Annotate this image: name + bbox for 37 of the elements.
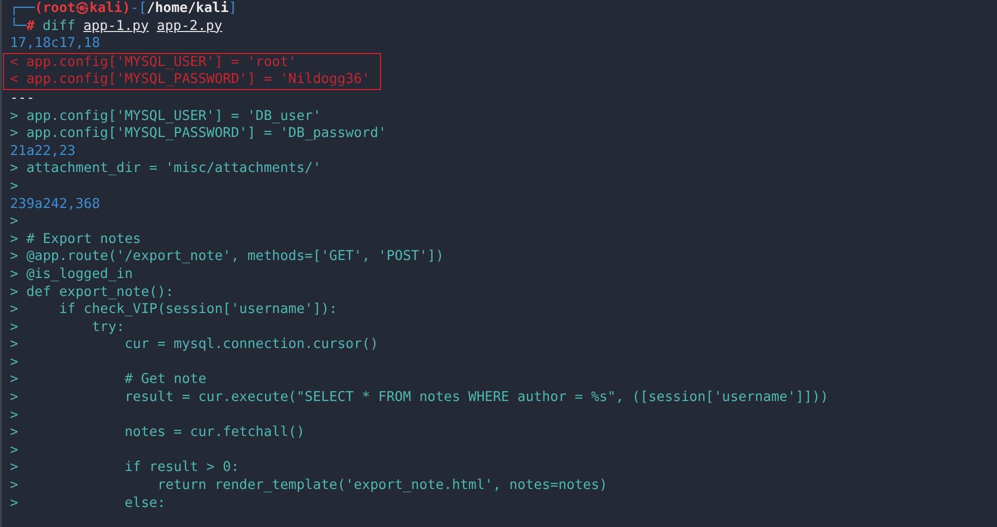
command-text: diff <box>42 18 76 36</box>
added-line: > <box>10 442 20 460</box>
added-line: > <box>10 178 20 196</box>
diff-hunk-header: 21a22,23 <box>10 142 76 160</box>
removed-line: < app.config['MYSQL_PASSWORD'] = 'Nildogg36' <box>10 71 372 89</box>
added-line: > app.config['MYSQL_PASSWORD'] = 'DB_password' <box>10 125 388 143</box>
removed-line: < app.config['MYSQL_USER'] = 'root' <box>10 54 298 72</box>
diff-hunk-header: 17,18c17,18 <box>10 35 102 53</box>
prompt-user: (root㉿kali) <box>34 0 130 18</box>
added-line: > if result > 0: <box>10 459 240 478</box>
added-line: > <box>10 354 20 372</box>
prompt-frame: ] <box>228 0 237 18</box>
added-line: > try: <box>10 318 126 336</box>
added-line: > return render_template('export_note.html', notes=notes) <box>10 477 608 495</box>
added-line: > def export_note(): <box>10 284 175 302</box>
added-line: > attachment_dir = 'misc/attachments/' <box>10 160 322 178</box>
file-argument: app-1.py <box>83 18 149 36</box>
prompt-frame: └─ <box>10 18 26 36</box>
diff-separator: --- <box>10 90 36 108</box>
prompt-frame: ┌── <box>10 0 35 18</box>
added-line: > app.config['MYSQL_USER'] = 'DB_user' <box>10 108 322 126</box>
added-line: > <box>10 213 20 231</box>
added-line: > @is_logged_in <box>10 266 134 284</box>
added-line: > if check_VIP(session['username']): <box>10 301 338 319</box>
added-line: > @app.route('/export_note', methods=['GET', 'POST']) <box>10 248 445 266</box>
prompt-symbol: # <box>26 18 35 36</box>
added-line: > result = cur.execute("SELECT * FROM notes WHERE author = %s", ([session['username']])) <box>10 389 830 407</box>
file-argument: app-2.py <box>156 18 222 36</box>
diff-hunk-header: 239a242,368 <box>10 196 102 214</box>
prompt-frame: -[ <box>130 0 147 18</box>
added-line: > cur = mysql.connection.cursor() <box>10 336 380 354</box>
added-line: > # Export notes <box>10 230 142 248</box>
added-line: > # Get note <box>10 371 208 390</box>
added-line: > else: <box>10 494 166 512</box>
prompt-path: /home/kali <box>146 0 229 18</box>
added-line: > notes = cur.fetchall() <box>10 424 306 442</box>
added-line: > <box>10 406 20 424</box>
